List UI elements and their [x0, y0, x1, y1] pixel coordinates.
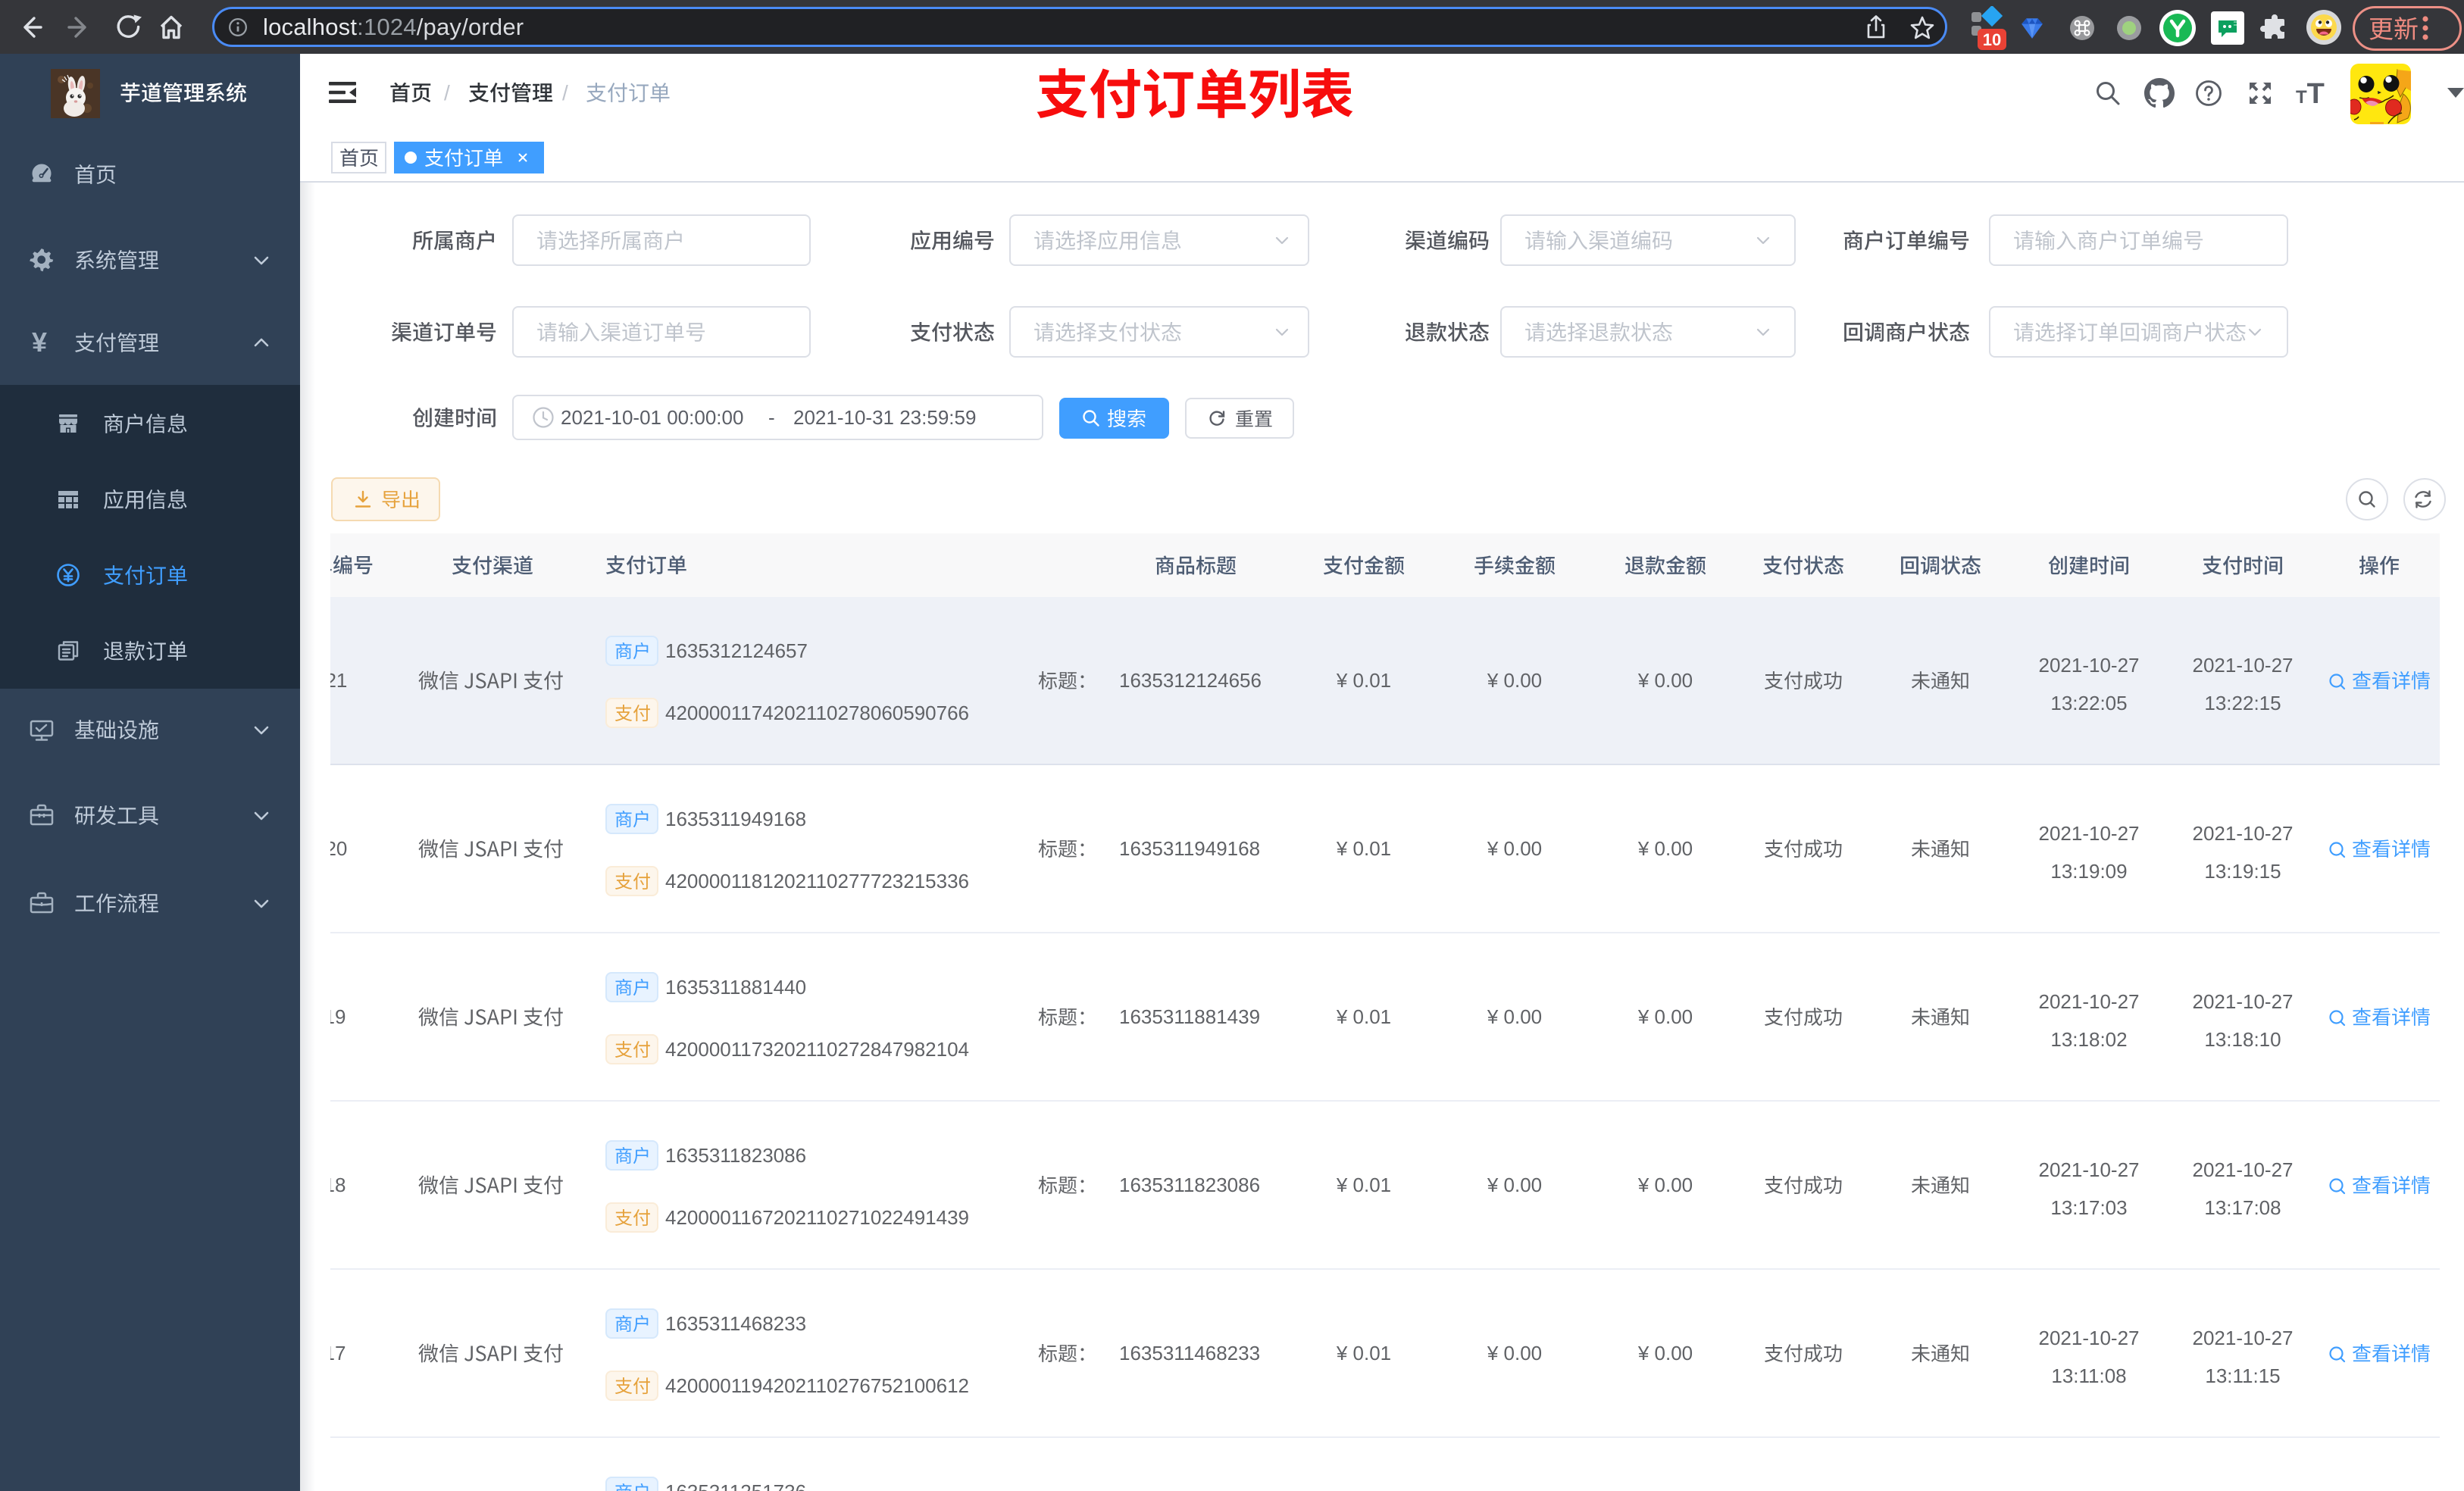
svg-text:10: 10 [1983, 30, 2001, 49]
